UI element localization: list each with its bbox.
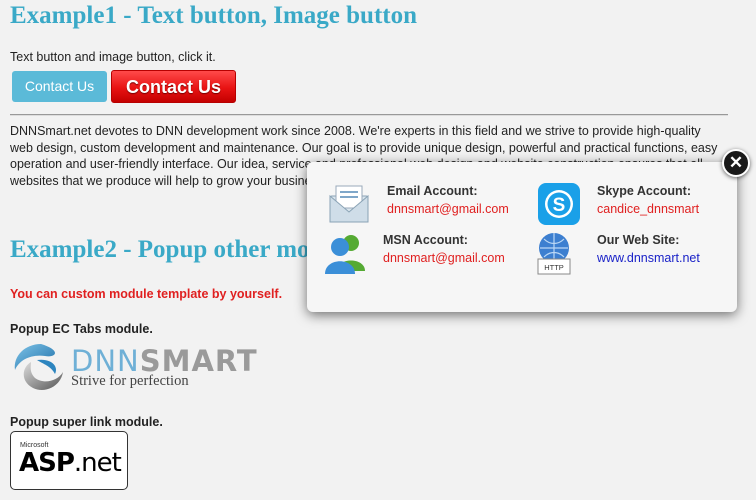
popup-label: MSN Account: (383, 233, 468, 247)
close-icon[interactable]: ✕ (722, 149, 750, 177)
example2-heading: Example2 - Popup other module (10, 236, 356, 263)
skype-link[interactable]: candice_dnnsmart (597, 202, 699, 216)
divider (10, 114, 728, 116)
asp-net-logo[interactable]: Microsoft ASP.net (10, 431, 128, 490)
contact-popup: Email Account: dnnsmart@gmail.com S Skyp… (307, 162, 737, 312)
dnnsmart-swirl-icon (14, 344, 63, 391)
msn-link[interactable]: dnnsmart@gmail.com (383, 251, 505, 265)
popup-entry-msn: MSN Account: dnnsmart@gmail.com (323, 231, 523, 275)
svg-text:S: S (553, 195, 566, 216)
contact-us-image-button[interactable]: Contact Us (111, 70, 236, 103)
asp-text: ASP (19, 448, 75, 478)
asp-net-text: ASP.net (19, 448, 122, 478)
msn-icon (325, 235, 365, 274)
dnnsmart-logo[interactable]: DNNSMART Strive for perfection (11, 340, 257, 396)
popup-label: Our Web Site: (597, 233, 680, 247)
example1-heading: Example1 - Text button, Image button (10, 2, 417, 29)
website-link[interactable]: www.dnnsmart.net (597, 251, 700, 265)
popup-entry-email: Email Account: dnnsmart@gmail.com (327, 182, 527, 226)
popup-label: Skype Account: (597, 184, 692, 198)
custom-template-note: You can custom module template by yourse… (10, 287, 283, 301)
popup-entry-website: HTTP Our Web Site: www.dnnsmart.net (532, 231, 732, 275)
email-link[interactable]: dnnsmart@gmail.com (387, 202, 509, 216)
email-icon (329, 185, 369, 223)
ec-tabs-label: Popup EC Tabs module. (10, 322, 153, 336)
http-text: HTTP (544, 263, 564, 272)
logo-slogan: Strive for perfection (71, 373, 189, 389)
popup-entry-skype: S Skype Account: candice_dnnsmart (537, 182, 737, 226)
example1-intro: Text button and image button, click it. (10, 50, 216, 64)
website-icon: HTTP (537, 233, 571, 275)
skype-icon: S (538, 183, 580, 225)
super-link-label: Popup super link module. (10, 415, 163, 429)
popup-label: Email Account: (387, 184, 478, 198)
contact-us-text-button[interactable]: Contact Us (12, 71, 107, 102)
net-text: .net (73, 448, 122, 478)
